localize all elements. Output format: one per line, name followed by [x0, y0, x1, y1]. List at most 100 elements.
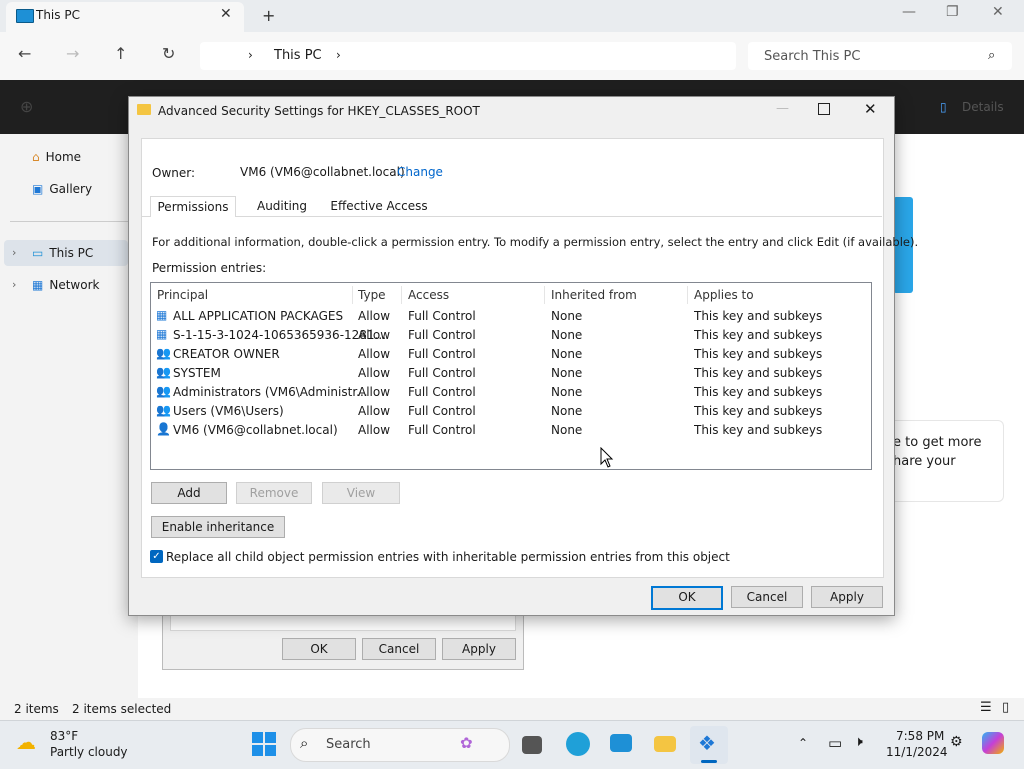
navigation-pane — [0, 134, 128, 700]
refresh-icon[interactable]: ↻ — [162, 44, 175, 63]
table-cell-inherited: None — [551, 404, 583, 418]
table-row[interactable]: 👥 SYSTEM Allow Full Control None This key and… — [152, 364, 868, 383]
view-button[interactable]: View — [322, 482, 400, 504]
column-header-type[interactable]: Type — [358, 288, 386, 302]
table-cell-inherited: None — [551, 347, 583, 361]
minimize-icon[interactable]: — — [902, 4, 916, 20]
column-divider — [401, 286, 402, 304]
table-cell-type: Allow — [358, 347, 391, 361]
clock-date[interactable]: 11/1/2024 — [886, 745, 948, 759]
taskbar — [0, 720, 1024, 769]
bg-ok-button[interactable]: OK — [282, 638, 356, 660]
group-icon: 👥 — [156, 365, 171, 379]
column-header-principal[interactable]: Principal — [157, 288, 208, 302]
table-cell-applies: This key and subkeys — [694, 366, 823, 380]
chevron-right-icon[interactable]: › — [336, 48, 341, 62]
network-icon[interactable]: ▭ — [828, 734, 842, 752]
table-cell-inherited: None — [551, 423, 583, 437]
new-tab-icon[interactable]: + — [262, 6, 275, 25]
add-button[interactable]: Add — [151, 482, 227, 504]
this-pc-icon: ▭ — [32, 246, 44, 260]
group-icon: 👥 — [156, 403, 171, 417]
windows-logo-icon — [252, 732, 263, 743]
table-cell-principal: ALL APPLICATION PACKAGES — [173, 309, 344, 323]
home-icon: ⌂ — [32, 150, 40, 164]
chevron-right-icon[interactable]: › — [12, 246, 16, 259]
table-cell-applies: This key and subkeys — [694, 347, 823, 361]
show-hidden-icons[interactable]: ⌃ — [798, 736, 808, 750]
tab-auditing[interactable]: Auditing — [246, 196, 318, 216]
replace-permissions-checkbox[interactable]: ✓ — [150, 550, 163, 563]
sidebar-item-label: Home — [45, 150, 82, 164]
column-header-inherited-from[interactable]: Inherited from — [551, 288, 637, 302]
user-icon: 👤 — [156, 422, 171, 436]
table-cell-applies: This key and subkeys — [694, 309, 823, 323]
column-header-access[interactable]: Access — [408, 288, 449, 302]
table-row[interactable]: 👥 Users (VM6\Users) Allow Full Control None T… — [152, 402, 868, 421]
dialog-close-icon[interactable]: ✕ — [864, 100, 877, 118]
tab-permissions[interactable]: Permissions — [150, 196, 236, 217]
registry-editor-icon[interactable]: ❖ — [698, 731, 716, 755]
enable-inheritance-button[interactable]: Enable inheritance — [151, 516, 285, 538]
active-app-indicator — [701, 760, 717, 763]
table-cell-principal: CREATOR OWNER — [173, 347, 280, 361]
table-cell-type: Allow — [358, 385, 391, 399]
selected-count: 2 items selected — [72, 702, 172, 716]
back-icon[interactable]: ← — [18, 44, 31, 63]
details-icon[interactable]: ▯ — [940, 100, 947, 114]
edge-icon[interactable] — [566, 732, 590, 756]
dialog-title: Advanced Security Settings for HKEY_CLAS… — [158, 104, 480, 118]
chevron-right-icon[interactable]: › — [12, 278, 16, 291]
up-icon[interactable]: ↑ — [114, 44, 127, 63]
table-cell-principal: SYSTEM — [173, 366, 221, 380]
details-button[interactable]: Details — [962, 100, 1004, 114]
permission-entries-label: Permission entries: — [152, 261, 267, 275]
dialog-minimize-icon[interactable]: — — [776, 101, 789, 116]
task-view-icon[interactable] — [522, 736, 542, 754]
cancel-button[interactable]: Cancel — [731, 586, 803, 608]
apply-button[interactable]: Apply — [811, 586, 883, 608]
column-divider — [544, 286, 545, 304]
tab-effective-access[interactable]: Effective Access — [330, 196, 428, 216]
restore-icon[interactable]: ❐ — [946, 4, 959, 20]
file-explorer-icon[interactable] — [654, 736, 676, 752]
clock-time[interactable]: 7:58 PM — [896, 729, 944, 743]
taskbar-search[interactable] — [290, 728, 510, 762]
change-owner-link[interactable]: Change — [397, 165, 443, 179]
tab-close-icon[interactable]: ✕ — [220, 6, 232, 22]
table-row[interactable]: 👥 CREATOR OWNER Allow Full Control None This … — [152, 345, 868, 364]
volume-muted-icon[interactable]: 🕨 — [854, 734, 863, 750]
column-divider — [352, 286, 353, 304]
copilot-icon[interactable] — [982, 732, 1004, 754]
temperature[interactable]: 83°F — [50, 729, 78, 743]
promo-text-line: e to get more — [893, 435, 982, 450]
tab-title: This PC — [36, 8, 80, 22]
details-view-icon[interactable]: ☰ — [980, 700, 992, 715]
table-row[interactable]: 👥 Administrators (VM6\Administr... Allow Fu… — [152, 383, 868, 402]
ok-button[interactable]: OK — [651, 586, 723, 610]
table-cell-principal: VM6 (VM6@collabnet.local) — [173, 423, 338, 437]
bg-apply-button[interactable]: Apply — [442, 638, 516, 660]
background-dialog-panel — [170, 614, 516, 631]
table-row[interactable]: 👤 VM6 (VM6@collabnet.local) Allow Full Cont… — [152, 421, 868, 440]
forward-icon[interactable]: → — [66, 44, 79, 63]
remote-desktop-icon[interactable] — [610, 734, 632, 752]
tiles-view-icon[interactable]: ▯ — [1002, 700, 1009, 715]
close-window-icon[interactable]: ✕ — [992, 4, 1004, 20]
weather-icon[interactable]: ☁ — [16, 730, 36, 754]
dialog-maximize-icon[interactable] — [818, 103, 830, 115]
search-input[interactable]: Search This PC — [764, 49, 860, 64]
remove-button[interactable]: Remove — [236, 482, 312, 504]
package-icon: ▦ — [156, 327, 168, 341]
table-cell-type: Allow — [358, 366, 391, 380]
replace-permissions-label[interactable]: Replace all child object permission entr… — [166, 550, 730, 564]
weather-text[interactable]: Partly cloudy — [50, 745, 128, 759]
new-icon[interactable]: ⊕ — [20, 97, 33, 116]
notification-icon[interactable]: ⚙ — [950, 734, 963, 750]
column-header-applies-to[interactable]: Applies to — [694, 288, 754, 302]
start-button[interactable] — [252, 732, 276, 756]
table-row[interactable]: ▦ S-1-15-3-1024-1065365936-1281... Allow Fu… — [152, 326, 868, 345]
breadcrumb[interactable]: This PC — [274, 48, 322, 63]
bg-cancel-button[interactable]: Cancel — [362, 638, 436, 660]
table-row[interactable]: ▦ ALL APPLICATION PACKAGES Allow Full Contr… — [152, 307, 868, 326]
